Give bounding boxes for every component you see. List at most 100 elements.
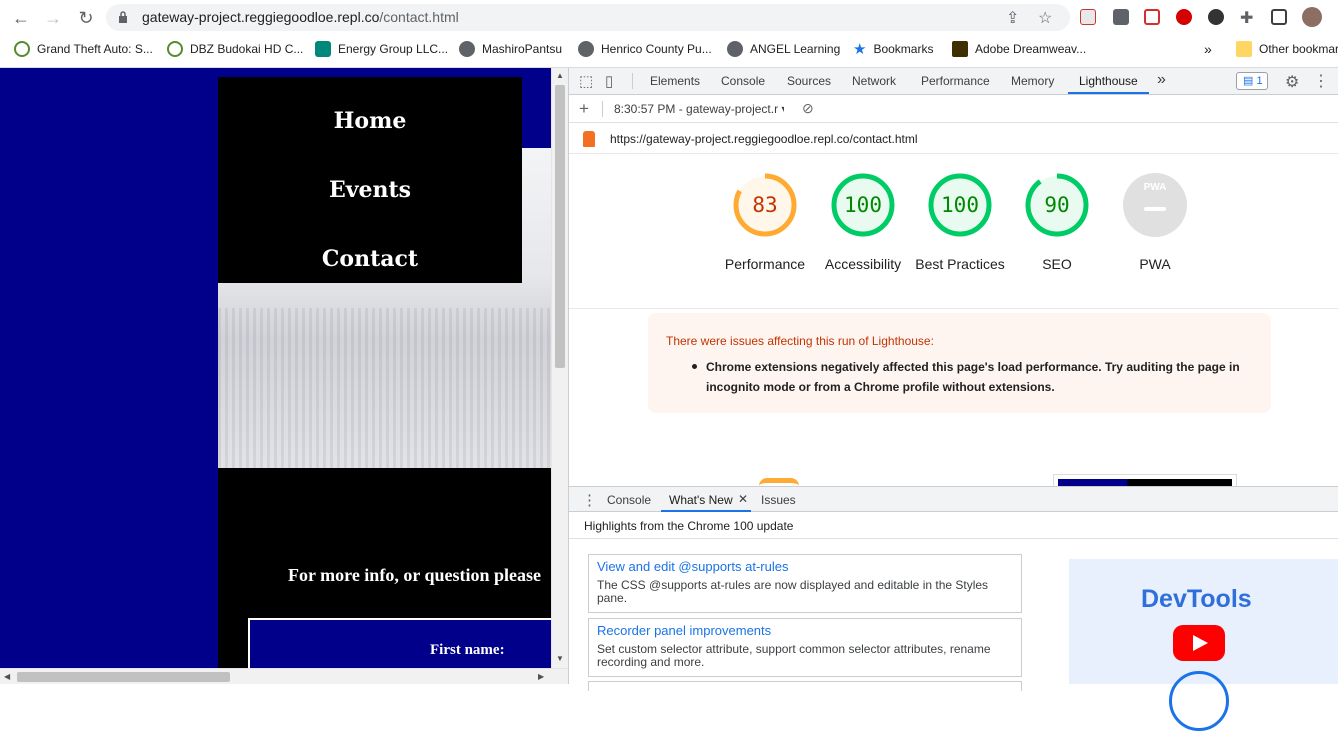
forward-button[interactable]: → (41, 6, 65, 30)
bookmark-label: Henrico County Pu... (601, 42, 712, 56)
profile-avatar[interactable] (1302, 7, 1322, 27)
gauge-best-practices[interactable]: 100 Best Practices (915, 172, 1005, 272)
extension-icon-3[interactable] (1144, 9, 1160, 25)
customize-menu-icon[interactable]: ⋮ (1313, 71, 1329, 91)
promo-title: DevTools (1141, 585, 1252, 613)
back-button[interactable]: ← (9, 6, 33, 30)
scroll-down-icon[interactable]: ▼ (556, 654, 564, 663)
report-select-value: 8:30:57 PM - gateway-project.r (614, 102, 779, 116)
more-tabs-button[interactable]: » (1157, 71, 1166, 89)
bookmark-label: Adobe Dreamweav... (975, 42, 1087, 56)
lighthouse-toolbar: + 8:30:57 PM - gateway-project.r ▾ ⊘ (569, 96, 1338, 123)
extension-icon-2[interactable] (1113, 9, 1129, 25)
news-card[interactable]: Recorder panel improvements Set custom s… (588, 618, 1022, 677)
extension-icon-1[interactable] (1080, 9, 1096, 25)
score-value: 100 (844, 193, 882, 217)
score-label: SEO (1042, 256, 1072, 272)
report-select[interactable]: 8:30:57 PM - gateway-project.r ▾ (614, 102, 784, 116)
nav-home-link[interactable]: Home (218, 108, 522, 134)
tab-performance[interactable]: Performance (921, 74, 990, 88)
bookmarks-overflow-button[interactable]: » (1204, 40, 1212, 58)
drawer-tab-console[interactable]: Console (607, 493, 651, 507)
warning-title: There were issues affecting this run of … (666, 334, 934, 348)
news-description: The CSS @supports at-rules are now displ… (597, 578, 989, 605)
address-bar[interactable]: gateway-project.reggiegoodloe.repl.co/co… (106, 4, 1070, 31)
news-card[interactable]: View and edit @supports at-rules The CSS… (588, 554, 1022, 613)
bullet-icon (692, 364, 697, 369)
other-bookmarks[interactable]: Other bookmarks (1236, 40, 1338, 58)
gauge-accessibility[interactable]: 100 Accessibility (825, 172, 901, 272)
nav-contact-link[interactable]: Contact (218, 246, 522, 272)
new-report-icon[interactable]: + (579, 99, 589, 119)
drawer-tab-whats-new[interactable]: What's New (669, 493, 733, 507)
extensions-puzzle-icon[interactable]: ✚ (1240, 8, 1253, 28)
bookmark-item[interactable]: DBZ Budokai HD C... (167, 40, 303, 58)
bookmark-item[interactable]: ★ Bookmarks (853, 40, 933, 58)
extension-icon-4[interactable] (1176, 9, 1192, 25)
reload-button[interactable]: ↻ (74, 6, 98, 30)
tab-network[interactable]: Network (852, 74, 896, 88)
bookmark-star-icon[interactable]: ☆ (1038, 8, 1052, 28)
score-label: PWA (1139, 256, 1171, 272)
gauge-performance[interactable]: 83 Performance (725, 172, 805, 272)
close-icon[interactable]: ✕ (738, 492, 748, 506)
share-icon[interactable]: ⇪ (1006, 8, 1019, 28)
hero-cityscape (218, 308, 551, 468)
bookmark-favicon-icon (952, 41, 968, 57)
gauge-seo[interactable]: 90 SEO (1024, 172, 1090, 272)
bookmark-label: MashiroPantsu (482, 42, 563, 56)
score-label: Accessibility (824, 256, 902, 272)
bookmark-item[interactable]: Grand Theft Auto: S... (14, 40, 153, 58)
page-vertical-scrollbar[interactable]: ▲ ▼ (551, 68, 568, 668)
globe-icon (459, 41, 475, 57)
scroll-up-icon[interactable]: ▲ (556, 71, 564, 80)
scroll-left-icon[interactable]: ◀ (4, 672, 10, 681)
page-horizontal-scrollbar[interactable]: ◀ ▶ (0, 668, 568, 684)
extension-icon-5[interactable] (1208, 9, 1224, 25)
drawer-tabbar: ⋮ Console What's New ✕ Issues (569, 486, 1338, 512)
tab-memory[interactable]: Memory (1011, 74, 1054, 88)
scores-divider (569, 308, 1338, 309)
tab-elements[interactable]: Elements (650, 74, 700, 88)
issues-icon: ▤ (1243, 75, 1254, 87)
active-tab-indicator (1068, 92, 1149, 94)
tab-console[interactable]: Console (721, 74, 765, 88)
dropdown-arrow-icon: ▾ (781, 102, 784, 116)
nav-events-link[interactable]: Events (218, 177, 522, 203)
bookmark-item[interactable]: ANGEL Learning (727, 40, 840, 58)
devtools-promo-image[interactable]: DevTools (1069, 559, 1338, 731)
issues-badge[interactable]: ▤ 1 (1236, 72, 1268, 90)
warning-item: Chrome extensions negatively affected th… (706, 360, 1240, 394)
scrollbar-thumb[interactable] (555, 85, 565, 368)
score-value: 90 (1044, 193, 1070, 217)
page-viewport: Home Events Contact For more info, or qu… (0, 68, 551, 668)
tabbar-separator (632, 73, 633, 89)
inspect-element-icon[interactable]: ⬚ (579, 72, 593, 90)
clear-icon[interactable]: ⊘ (802, 100, 814, 117)
info-text: For more info, or question please (288, 565, 541, 585)
drawer-tab-issues[interactable]: Issues (761, 493, 796, 507)
bookmark-item[interactable]: Energy Group LLC... (315, 40, 448, 58)
play-triangle-icon (1193, 635, 1208, 651)
side-panel-icon[interactable] (1271, 9, 1287, 25)
tab-lighthouse[interactable]: Lighthouse (1079, 74, 1138, 88)
lighthouse-url[interactable]: https://gateway-project.reggiegoodloe.re… (610, 132, 918, 146)
news-title-link[interactable]: Recorder panel improvements (597, 623, 771, 638)
settings-gear-icon[interactable]: ⚙ (1285, 72, 1299, 92)
bookmark-item[interactable]: Adobe Dreamweav... (952, 40, 1086, 58)
drawer-menu-icon[interactable]: ⋮ (582, 491, 597, 509)
score-label: Performance (724, 256, 806, 272)
device-toolbar-icon[interactable]: ▯ (605, 72, 613, 90)
gauge-pwa[interactable]: PWA PWA (1122, 172, 1188, 272)
bookmark-label: DBZ Budokai HD C... (190, 42, 304, 56)
lighthouse-warning-box: There were issues affecting this run of … (648, 313, 1271, 413)
news-card[interactable] (588, 681, 1022, 691)
tab-sources[interactable]: Sources (787, 74, 831, 88)
bookmark-item[interactable]: Henrico County Pu... (578, 40, 712, 58)
news-title-link[interactable]: View and edit @supports at-rules (597, 559, 788, 574)
bookmark-favicon-icon (167, 41, 183, 57)
scrollbar-thumb[interactable] (17, 672, 230, 682)
bookmark-item[interactable]: MashiroPantsu (459, 40, 562, 58)
scroll-right-icon[interactable]: ▶ (538, 672, 544, 681)
contact-section: For more info, or question please First … (218, 468, 551, 668)
